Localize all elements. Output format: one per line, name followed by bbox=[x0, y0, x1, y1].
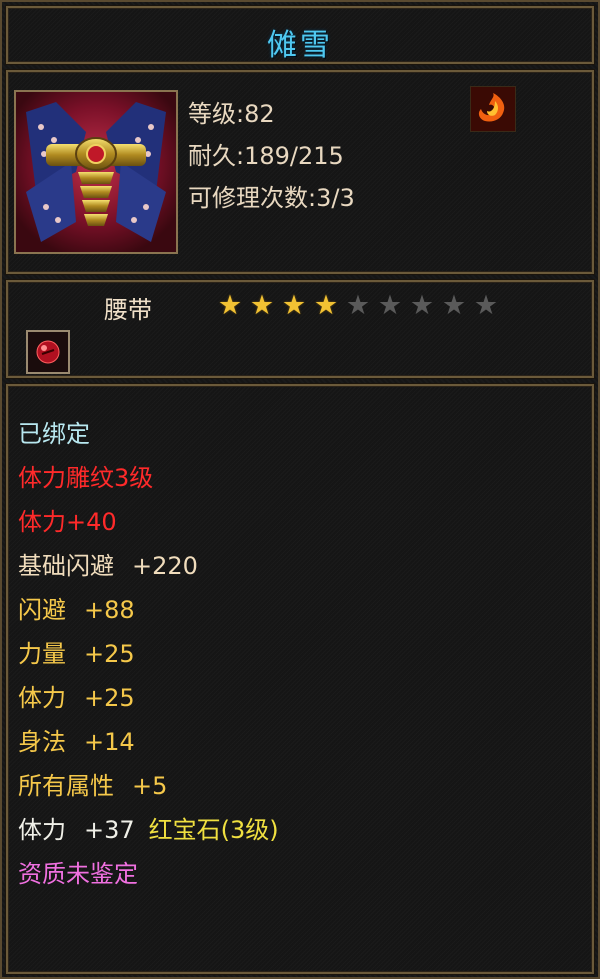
gem-name: 红宝石(3级) bbox=[148, 816, 279, 844]
star-icon-filled: ★ bbox=[217, 290, 243, 321]
star-icon-empty: ★ bbox=[473, 290, 499, 321]
item-type: 腰带 bbox=[104, 296, 152, 324]
gem-socket-icon[interactable] bbox=[26, 330, 70, 374]
item-name: 傩雪 bbox=[267, 28, 333, 63]
all-attributes-row: 所有属性 +5 bbox=[18, 766, 167, 801]
bound-status: 已绑定 bbox=[18, 420, 90, 448]
strength-row: 力量 +25 bbox=[18, 634, 135, 669]
star-icon-filled: ★ bbox=[313, 290, 339, 321]
title-bar: 傩雪 bbox=[6, 6, 594, 64]
flame-icon bbox=[470, 86, 516, 132]
star-rating: ★ ★ ★ ★ ★ ★ ★ ★ ★ bbox=[216, 292, 500, 320]
attr-value: +5 bbox=[132, 772, 168, 800]
vitality-row: 体力 +25 bbox=[18, 678, 135, 713]
item-durability: 耐久:189/215 bbox=[188, 142, 344, 170]
engrave-label: 体力雕纹3级 bbox=[18, 464, 154, 492]
attr-name: 基础闪避 bbox=[18, 552, 114, 580]
engrave-bonus: 体力+40 bbox=[18, 508, 117, 536]
item-repair-count: 可修理次数:3/3 bbox=[188, 184, 355, 212]
attr-name: 体力 bbox=[18, 816, 66, 844]
star-icon-empty: ★ bbox=[345, 290, 371, 321]
attr-value: +88 bbox=[84, 596, 135, 624]
attr-value: +14 bbox=[84, 728, 135, 756]
dodge-row: 闪避 +88 bbox=[18, 590, 135, 625]
gem-bonus-row: 体力 +37 红宝石(3级) bbox=[18, 810, 279, 845]
attr-name: 所有属性 bbox=[18, 772, 114, 800]
star-icon-filled: ★ bbox=[249, 290, 275, 321]
aptitude-status: 资质未鉴定 bbox=[18, 860, 138, 888]
item-tooltip: 傩雪 等级:82 耐久:189/215 可修理次数:3/3 腰带 ★ ★ ★ ★… bbox=[0, 0, 600, 979]
attr-name: 力量 bbox=[18, 640, 66, 668]
star-icon-filled: ★ bbox=[281, 290, 307, 321]
base-dodge-row: 基础闪避 +220 bbox=[18, 546, 198, 581]
star-icon-empty: ★ bbox=[409, 290, 435, 321]
attr-name: 闪避 bbox=[18, 596, 66, 624]
belt-icon[interactable] bbox=[14, 90, 178, 254]
agility-row: 身法 +14 bbox=[18, 722, 135, 757]
attr-value: +37 bbox=[84, 816, 135, 844]
attr-value: +25 bbox=[84, 640, 135, 668]
star-icon-empty: ★ bbox=[441, 290, 467, 321]
item-level: 等级:82 bbox=[188, 100, 275, 128]
attr-value: +220 bbox=[132, 552, 198, 580]
attr-value: +25 bbox=[84, 684, 135, 712]
star-icon-empty: ★ bbox=[377, 290, 403, 321]
attr-name: 体力 bbox=[18, 684, 66, 712]
attr-name: 身法 bbox=[18, 728, 66, 756]
